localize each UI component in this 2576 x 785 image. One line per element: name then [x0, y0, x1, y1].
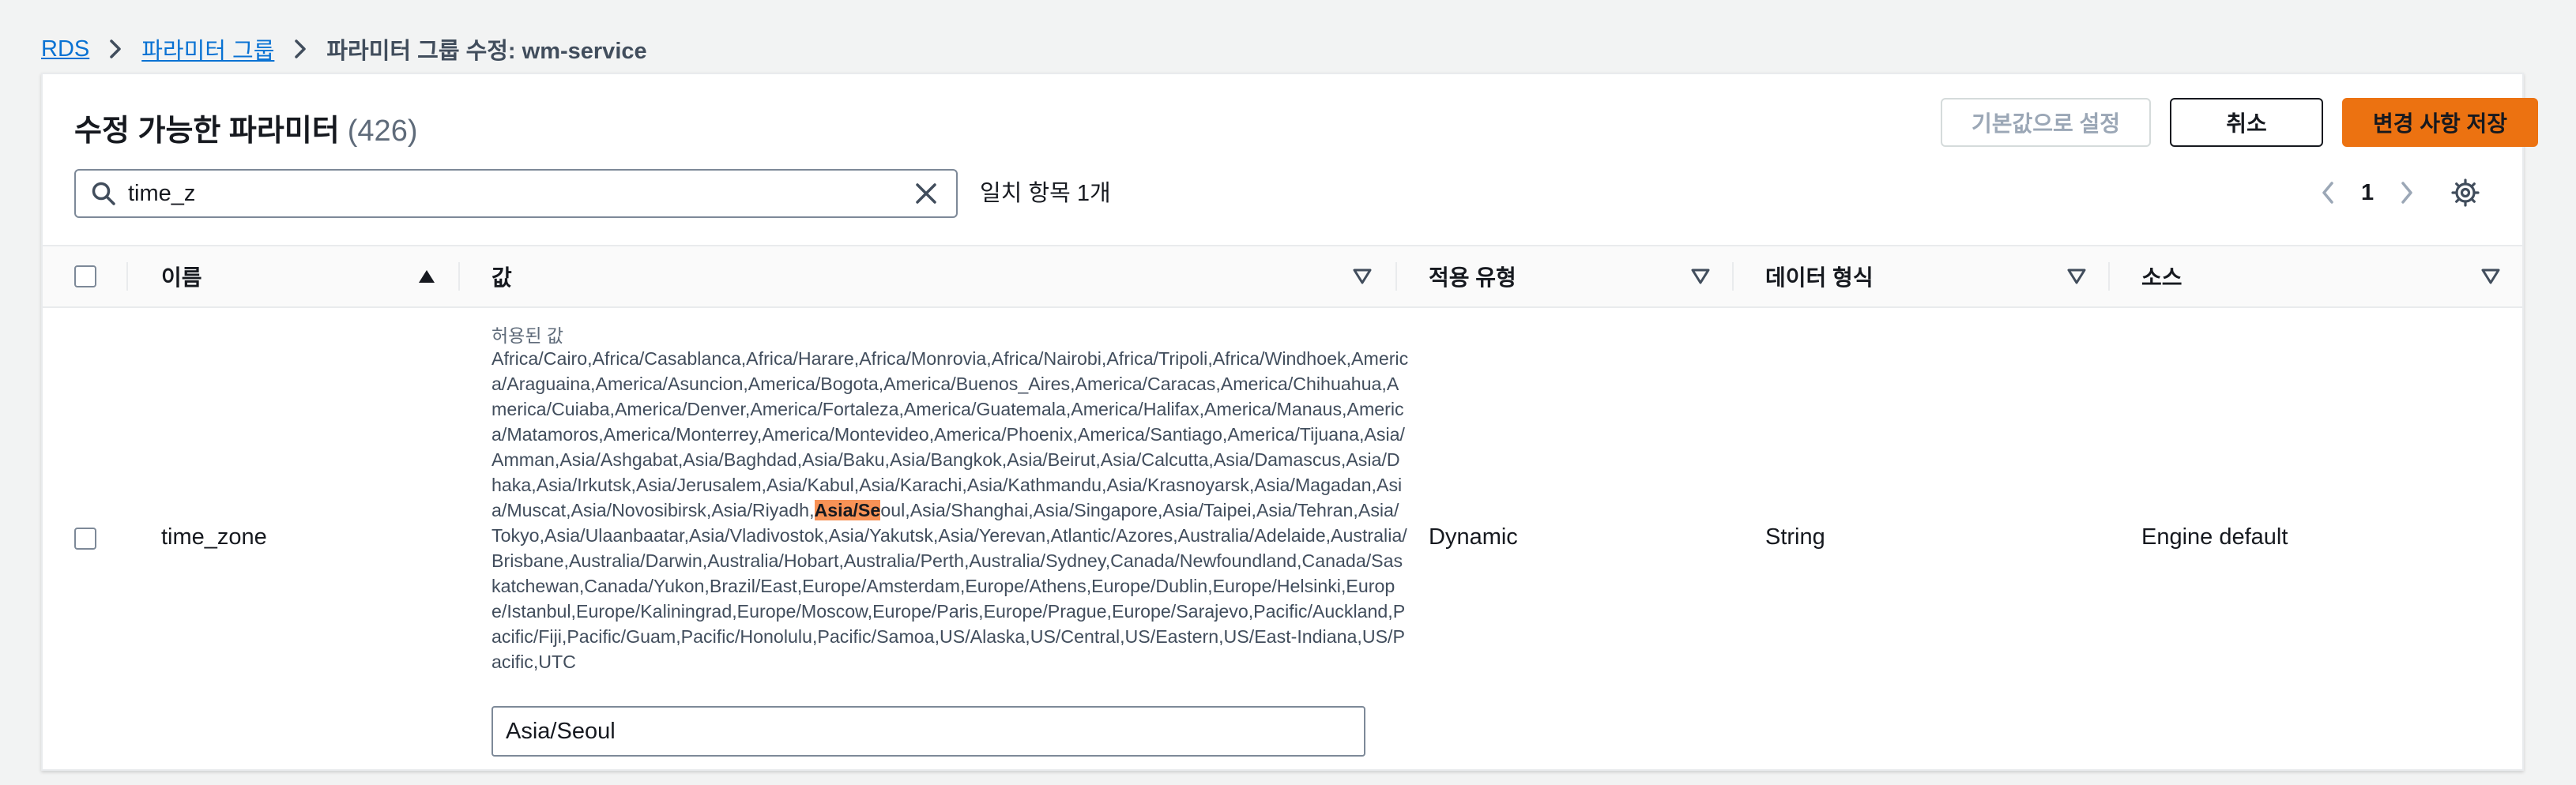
breadcrumb-parameter-groups-link[interactable]: 파라미터 그룹: [141, 32, 274, 66]
allowed-values-label: 허용된 값: [491, 325, 564, 346]
settings-gear-icon[interactable]: [2448, 175, 2483, 210]
cancel-button[interactable]: 취소: [2170, 98, 2323, 147]
apply-type-cell: Dynamic: [1429, 524, 1518, 550]
sort-descending-icon[interactable]: [2066, 265, 2088, 287]
column-header-data-type[interactable]: 데이터 형식: [1765, 246, 1874, 306]
column-header-apply-type[interactable]: 적용 유형: [1429, 246, 1516, 306]
search-match-highlight: Asia/Se: [814, 500, 881, 520]
allowed-values-text: Africa/Cairo,Africa/Casablanca,Africa/Ha…: [491, 346, 1410, 674]
parameters-panel: 수정 가능한 파라미터(426) 기본값으로 설정 취소 변경 사항 저장 일치…: [41, 73, 2538, 771]
pagination: 1: [2312, 174, 2423, 212]
save-changes-button[interactable]: 변경 사항 저장: [2342, 98, 2538, 147]
sort-descending-icon[interactable]: [1689, 265, 1712, 287]
match-count: 일치 항목 1개: [980, 181, 1111, 206]
current-page-number[interactable]: 1: [2361, 180, 2374, 206]
column-divider: [126, 262, 128, 291]
parameter-search: [74, 169, 958, 218]
row-select-checkbox[interactable]: [74, 528, 96, 550]
breadcrumb-rds-link[interactable]: RDS: [41, 36, 89, 62]
column-header-source[interactable]: 소스: [2141, 246, 2182, 306]
panel-title: 수정 가능한 파라미터 (426): [74, 106, 417, 149]
close-icon[interactable]: [910, 178, 942, 209]
column-header-name[interactable]: 이름: [161, 246, 202, 306]
sort-ascending-icon[interactable]: [416, 265, 438, 287]
chevron-right-icon: [107, 38, 124, 60]
chevron-right-icon[interactable]: [2391, 177, 2423, 208]
search-icon: [90, 180, 117, 207]
sort-descending-icon[interactable]: [2480, 265, 2502, 287]
column-header-value[interactable]: 값: [491, 246, 512, 306]
table-header: 이름 값 적용 유형 데이터 형식 소스: [43, 245, 2522, 308]
sort-descending-icon[interactable]: [1351, 265, 1373, 287]
column-divider: [458, 262, 460, 291]
select-all-checkbox[interactable]: [74, 265, 96, 287]
column-divider: [2108, 262, 2110, 291]
parameter-count: (426): [347, 115, 418, 148]
parameter-value-input[interactable]: [491, 706, 1365, 757]
chevron-right-icon: [292, 38, 309, 60]
parameter-name: time_zone: [161, 524, 267, 550]
data-type-cell: String: [1765, 524, 1825, 550]
reset-defaults-button[interactable]: 기본값으로 설정: [1941, 98, 2151, 147]
allowed-values-before: Africa/Cairo,Africa/Casablanca,Africa/Ha…: [491, 348, 1409, 520]
chevron-left-icon[interactable]: [2312, 177, 2344, 208]
breadcrumb-current: 파라미터 그룹 수정: wm-service: [326, 39, 647, 64]
panel-title-text: 수정 가능한 파라미터: [74, 115, 340, 148]
allowed-values-after: oul,Asia/Shanghai,Asia/Singapore,Asia/Ta…: [491, 500, 1407, 672]
search-input[interactable]: [117, 171, 910, 216]
column-divider: [1395, 262, 1397, 291]
breadcrumb: RDS 파라미터 그룹 파라미터 그룹 수정: wm-service: [41, 32, 647, 66]
column-divider: [1732, 262, 1734, 291]
source-cell: Engine default: [2141, 524, 2288, 550]
